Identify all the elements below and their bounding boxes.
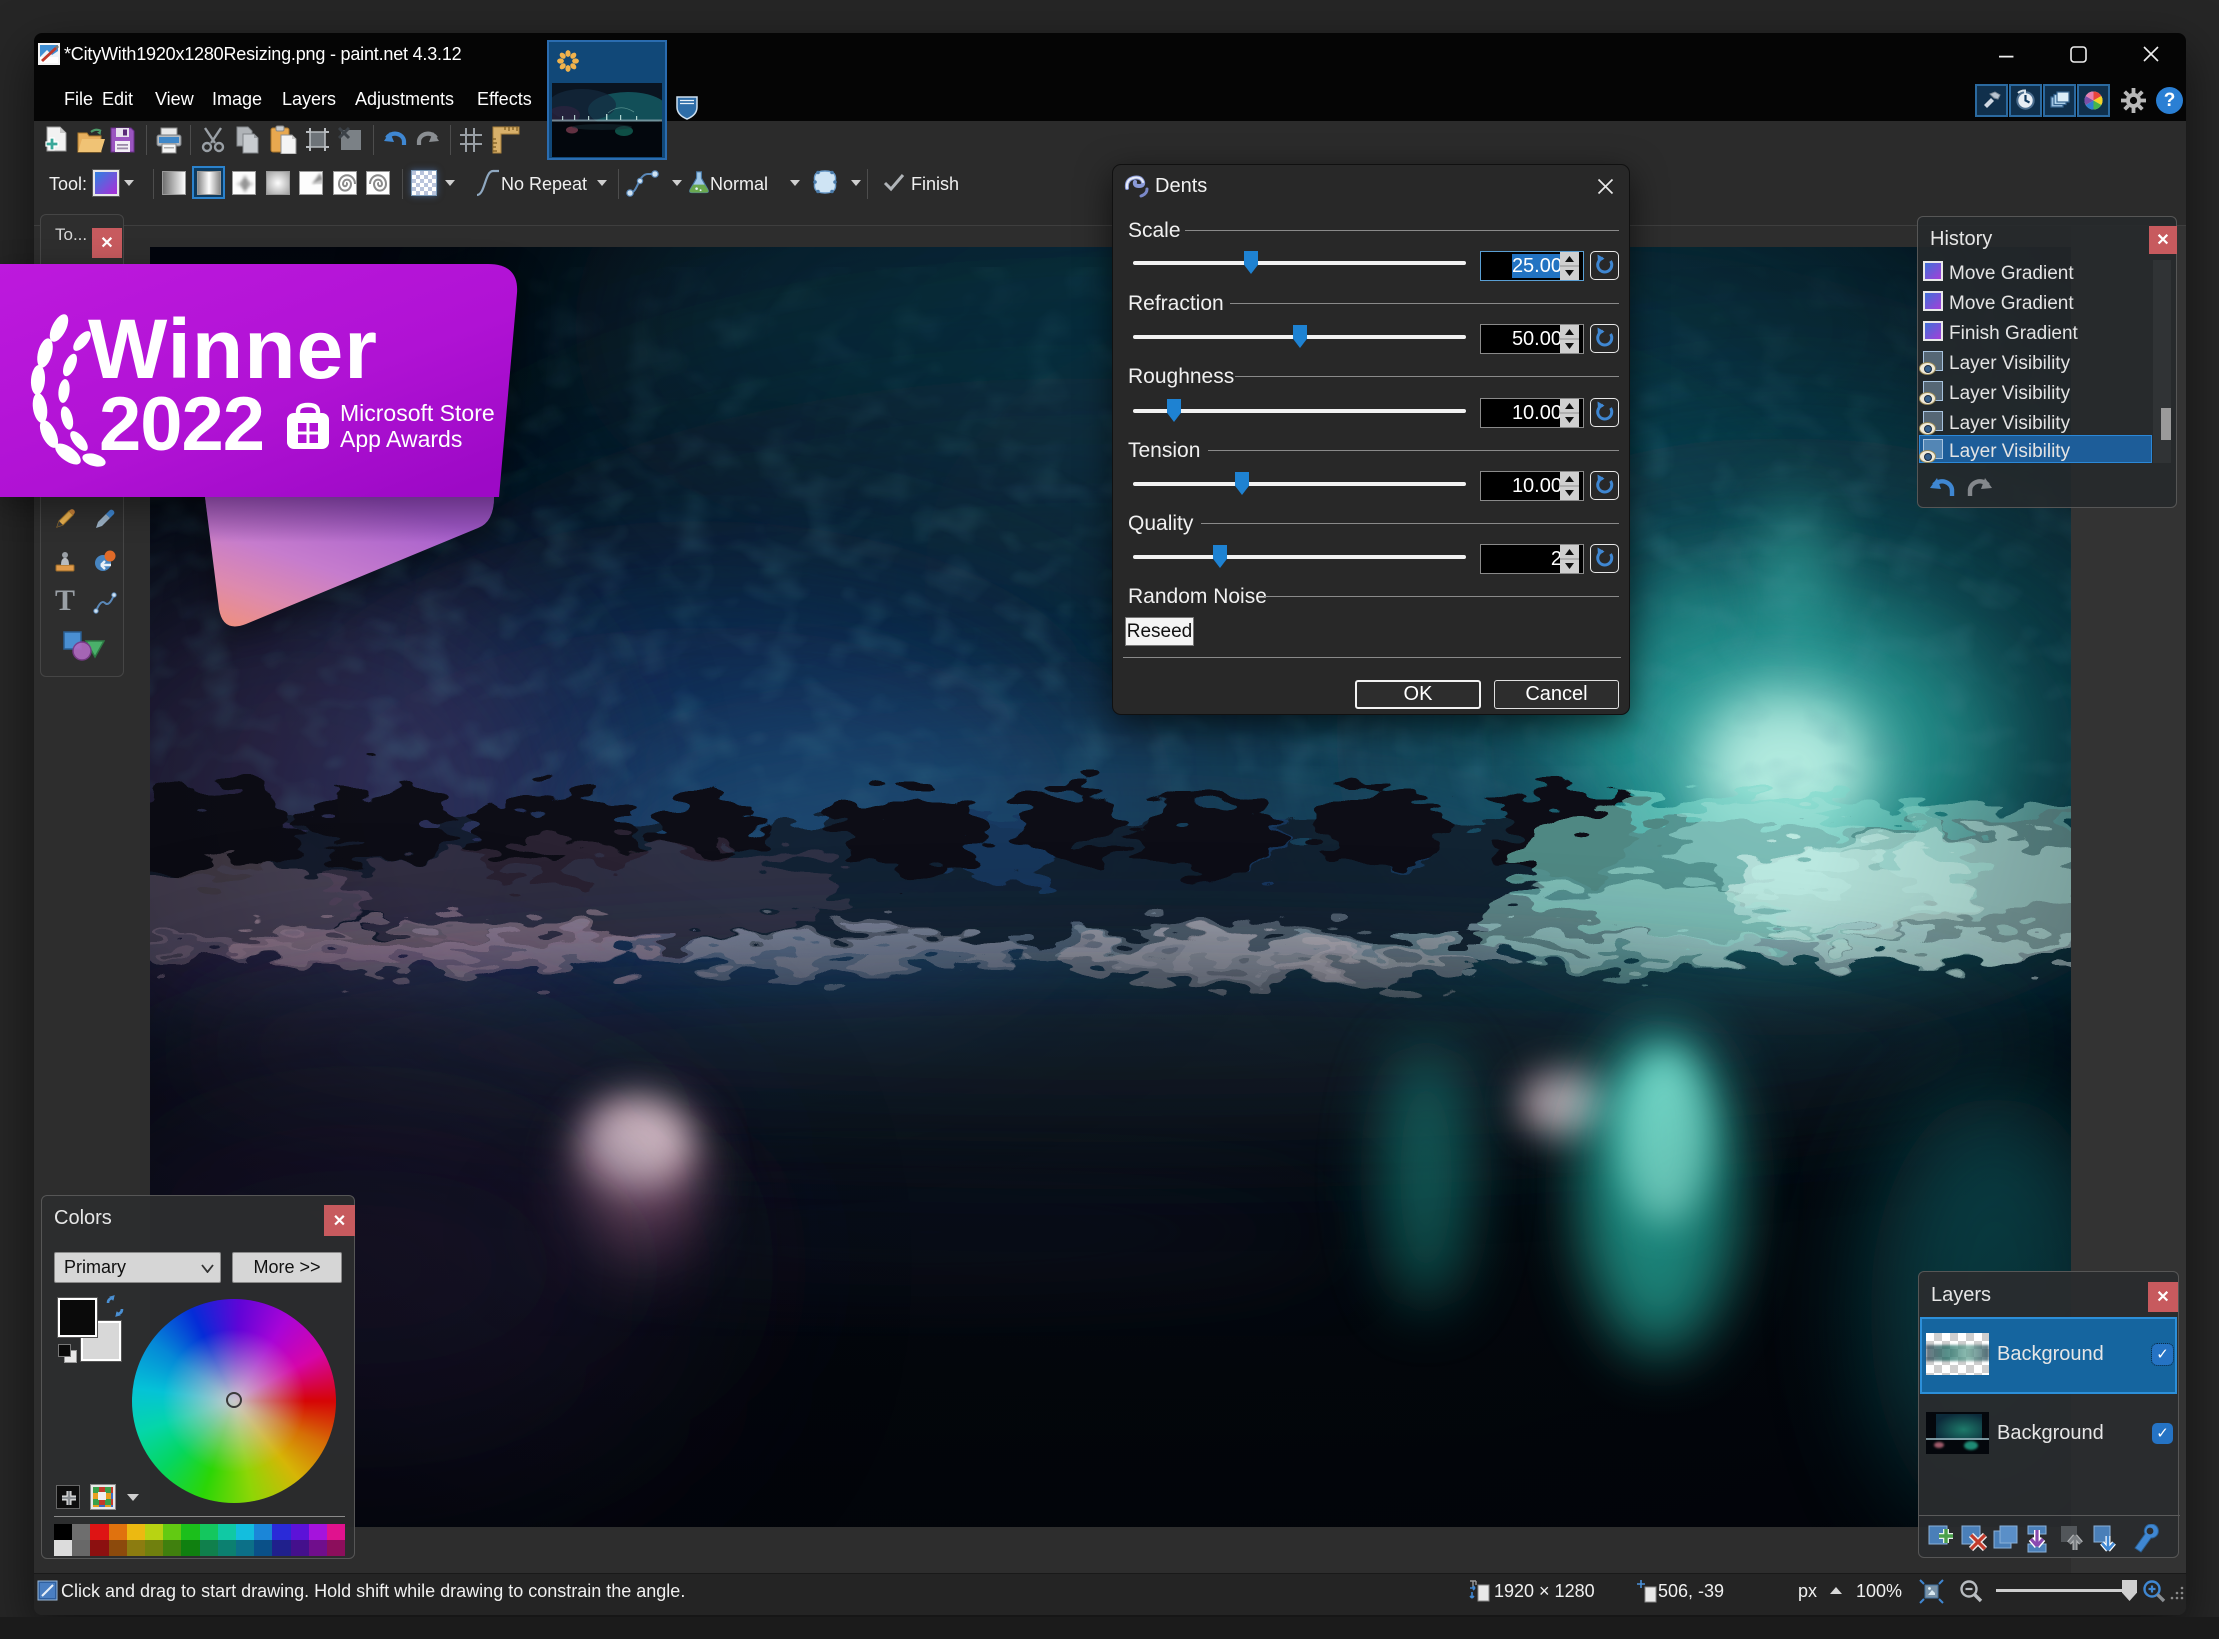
svg-text:App Awards: App Awards <box>340 426 462 452</box>
svg-text:Microsoft Store: Microsoft Store <box>340 400 495 426</box>
svg-text:2022: 2022 <box>99 382 264 467</box>
